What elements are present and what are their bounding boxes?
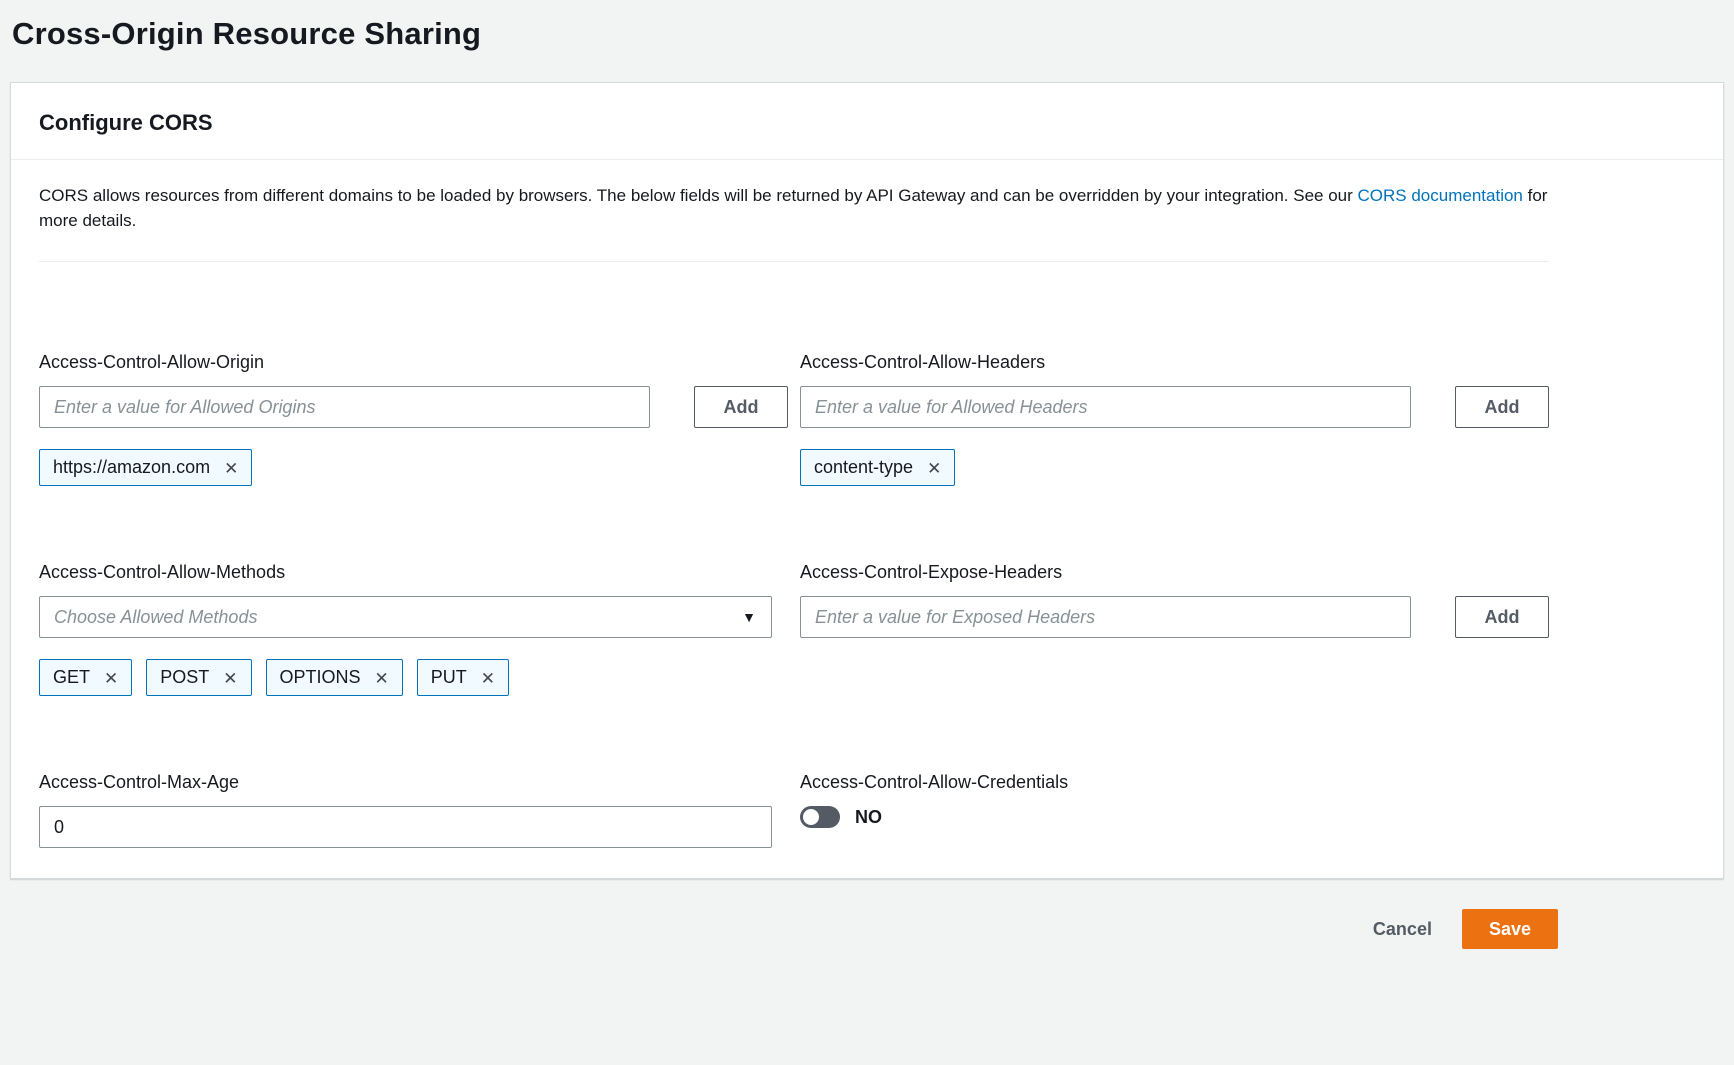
allow-headers-input[interactable] xyxy=(800,386,1411,428)
card-body: CORS allows resources from different dom… xyxy=(11,160,1723,878)
page-footer: Cancel Save xyxy=(10,909,1558,949)
field-allow-headers: Access-Control-Allow-Headers Add content… xyxy=(800,352,1549,486)
expose-headers-label: Access-Control-Expose-Headers xyxy=(800,562,1549,583)
allowed-method-token: PUT ✕ xyxy=(417,659,509,696)
allow-origin-label: Access-Control-Allow-Origin xyxy=(39,352,788,373)
allow-methods-label: Access-Control-Allow-Methods xyxy=(39,562,788,583)
dismiss-icon[interactable]: ✕ xyxy=(104,669,118,687)
caret-down-icon: ▼ xyxy=(742,609,756,625)
allowed-method-token-label: PUT xyxy=(431,667,467,688)
allowed-method-token-label: GET xyxy=(53,667,90,688)
cors-form: Access-Control-Allow-Origin Add https://… xyxy=(39,352,1549,848)
description-text-before: CORS allows resources from different dom… xyxy=(39,186,1358,205)
cancel-button[interactable]: Cancel xyxy=(1371,911,1434,948)
field-allow-methods: Access-Control-Allow-Methods Choose Allo… xyxy=(39,562,788,696)
allowed-method-token-label: POST xyxy=(160,667,209,688)
allow-methods-select-placeholder: Choose Allowed Methods xyxy=(54,607,257,628)
field-allow-credentials: Access-Control-Allow-Credentials NO xyxy=(800,772,1549,828)
allowed-header-token-label: content-type xyxy=(814,457,913,478)
allow-credentials-label: Access-Control-Allow-Credentials xyxy=(800,772,1549,793)
allowed-origin-token: https://amazon.com ✕ xyxy=(39,449,252,486)
dismiss-icon[interactable]: ✕ xyxy=(223,669,237,687)
cors-documentation-link[interactable]: CORS documentation xyxy=(1358,186,1523,205)
cors-page: Cross-Origin Resource Sharing Configure … xyxy=(0,16,1734,949)
dismiss-icon[interactable]: ✕ xyxy=(481,669,495,687)
allow-methods-tokens: GET ✕ POST ✕ OPTIONS ✕ PUT ✕ xyxy=(39,659,788,696)
save-button[interactable]: Save xyxy=(1462,909,1558,949)
configure-cors-card: Configure CORS CORS allows resources fro… xyxy=(10,82,1724,879)
allow-headers-label: Access-Control-Allow-Headers xyxy=(800,352,1549,373)
card-header: Configure CORS xyxy=(11,83,1723,160)
allowed-method-token: POST ✕ xyxy=(146,659,251,696)
max-age-input[interactable] xyxy=(39,806,772,848)
card-header-title: Configure CORS xyxy=(39,110,1695,136)
section-divider xyxy=(39,261,1549,262)
page-title: Cross-Origin Resource Sharing xyxy=(12,16,1724,52)
allow-origin-add-button[interactable]: Add xyxy=(694,386,788,428)
allowed-origin-token-label: https://amazon.com xyxy=(53,457,210,478)
dismiss-icon[interactable]: ✕ xyxy=(224,459,238,477)
toggle-knob xyxy=(803,809,819,825)
allow-credentials-state: NO xyxy=(855,807,882,828)
expose-headers-add-button[interactable]: Add xyxy=(1455,596,1549,638)
dismiss-icon[interactable]: ✕ xyxy=(927,459,941,477)
expose-headers-input[interactable] xyxy=(800,596,1411,638)
cors-description: CORS allows resources from different dom… xyxy=(39,184,1549,233)
allow-credentials-toggle[interactable] xyxy=(800,806,840,828)
allow-origin-tokens: https://amazon.com ✕ xyxy=(39,449,788,486)
allow-origin-input[interactable] xyxy=(39,386,650,428)
field-max-age: Access-Control-Max-Age xyxy=(39,772,788,848)
field-allow-origin: Access-Control-Allow-Origin Add https://… xyxy=(39,352,788,486)
dismiss-icon[interactable]: ✕ xyxy=(375,669,389,687)
allowed-method-token: GET ✕ xyxy=(39,659,132,696)
field-expose-headers: Access-Control-Expose-Headers Add xyxy=(800,562,1549,638)
max-age-label: Access-Control-Max-Age xyxy=(39,772,788,793)
allow-methods-select[interactable]: Choose Allowed Methods ▼ xyxy=(39,596,772,638)
allowed-method-token: OPTIONS ✕ xyxy=(266,659,403,696)
allow-headers-tokens: content-type ✕ xyxy=(800,449,1549,486)
allow-headers-add-button[interactable]: Add xyxy=(1455,386,1549,428)
allowed-header-token: content-type ✕ xyxy=(800,449,955,486)
allowed-method-token-label: OPTIONS xyxy=(280,667,361,688)
